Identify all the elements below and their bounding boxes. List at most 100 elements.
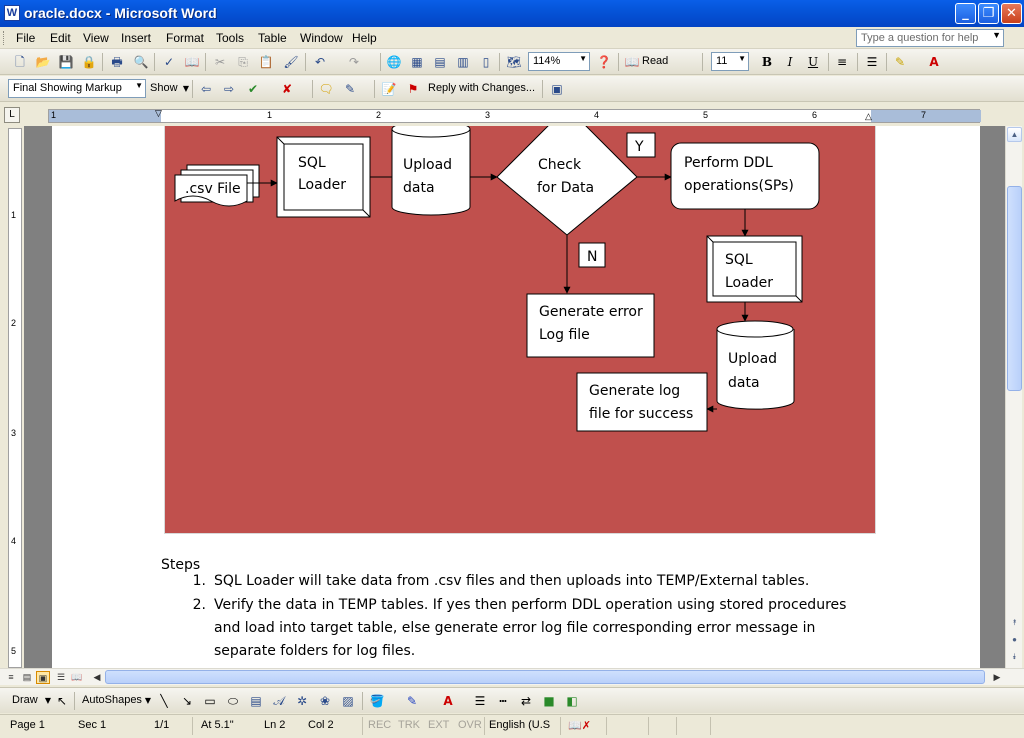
document-map-icon[interactable]: 🗺	[506, 54, 522, 70]
redo-icon[interactable]: ↷	[346, 54, 362, 70]
tables-borders-icon[interactable]: ▦	[409, 54, 425, 70]
chevron-down-icon[interactable]: ▼	[579, 54, 587, 63]
generate-success-log-box[interactable]: Generate log file for success	[576, 372, 708, 432]
underline-button[interactable]: U	[805, 54, 821, 70]
insert-table-icon[interactable]: ▤	[432, 54, 448, 70]
vertical-scrollbar[interactable]: ▲ ⯭ ● ⯯	[1005, 126, 1022, 668]
select-browse-object-icon[interactable]: ●	[1007, 633, 1022, 648]
line-style-icon[interactable]: ☰	[472, 693, 488, 709]
help-search-input[interactable]: Type a question for help ▼	[856, 29, 1004, 47]
vertical-scroll-thumb[interactable]	[1007, 186, 1022, 391]
columns-icon[interactable]: ▯	[478, 54, 494, 70]
text-box-icon[interactable]: ▤	[248, 693, 264, 709]
reply-with-changes-button[interactable]: Reply with Changes...	[428, 82, 535, 94]
track-changes-icon[interactable]: ✎	[342, 81, 358, 97]
insert-excel-icon[interactable]: ▥	[455, 54, 471, 70]
italic-button[interactable]: I	[782, 54, 798, 70]
chevron-down-icon[interactable]: ▼	[135, 81, 143, 90]
line-color-icon[interactable]: ✎	[404, 693, 420, 709]
wordart-icon[interactable]: 𝒜	[271, 693, 287, 709]
right-indent-marker[interactable]: △	[865, 111, 872, 122]
print-preview-icon[interactable]: 🔍	[133, 54, 149, 70]
upload-data-cylinder[interactable]: Upload data	[391, 126, 471, 216]
scroll-left-icon[interactable]: ◀	[90, 671, 104, 684]
reviewing-pane-toggle-icon[interactable]: ▣	[549, 81, 565, 97]
step-item-1[interactable]: 1. SQL Loader will take data from .csv f…	[186, 570, 886, 594]
autoshapes-dropdown-icon[interactable]: ▼	[140, 693, 156, 709]
vertical-ruler-strip[interactable]	[8, 128, 22, 668]
arrow-icon[interactable]: ↘	[179, 693, 195, 709]
sql-loader-box[interactable]: SQL Loader	[276, 136, 371, 218]
outline-view-icon[interactable]: ☰	[54, 671, 68, 684]
reviewing-pane-icon[interactable]: 📝	[381, 81, 397, 97]
show-menu[interactable]: Show	[150, 82, 178, 94]
next-change-icon[interactable]: ⇨	[221, 81, 237, 97]
read-button[interactable]: Read	[642, 55, 668, 67]
help-dropdown-icon[interactable]: ▼	[992, 30, 1001, 40]
oval-icon[interactable]: ⬭	[225, 693, 241, 709]
close-button[interactable]: ✕	[1001, 3, 1022, 24]
shadow-style-icon[interactable]: ■	[541, 693, 557, 709]
read-icon[interactable]: 📖	[624, 54, 640, 70]
first-line-indent-marker[interactable]: ▽	[155, 108, 162, 119]
font-size-select[interactable]: 11 ▼	[711, 52, 749, 71]
3d-style-icon[interactable]: ◧	[564, 693, 580, 709]
menu-view[interactable]: View	[83, 31, 109, 45]
previous-change-icon[interactable]: ⇦	[198, 81, 214, 97]
select-objects-icon[interactable]: ↖	[54, 693, 70, 709]
dash-style-icon[interactable]: ┅	[495, 693, 511, 709]
generate-error-log-box[interactable]: Generate error Log file	[526, 293, 655, 358]
numbering-icon[interactable]: ☰	[864, 54, 880, 70]
status-rec[interactable]: REC	[368, 719, 391, 731]
horizontal-scroll-thumb[interactable]	[105, 670, 985, 684]
web-layout-view-icon[interactable]: ▤	[20, 671, 34, 684]
perform-ddl-box[interactable]: Perform DDL operations(SPs)	[670, 142, 820, 210]
ruler-strip[interactable]: 1 1 2 3 4 5 6 7 ▽ △	[48, 108, 981, 123]
menu-table[interactable]: Table	[258, 31, 287, 45]
next-page-icon[interactable]: ⯯	[1007, 650, 1022, 665]
menu-help[interactable]: Help	[352, 31, 377, 45]
normal-view-icon[interactable]: ≡	[4, 671, 18, 684]
font-color-icon[interactable]: A	[440, 693, 456, 709]
spelling-icon[interactable]: ✓	[161, 54, 177, 70]
copy-icon[interactable]: ⎘	[235, 54, 251, 70]
minimize-button[interactable]: _	[955, 3, 976, 24]
flowchart-figure[interactable]: .csv File SQL Loader Upload data Check f…	[164, 126, 876, 534]
help-icon[interactable]: ❓	[596, 54, 612, 70]
previous-page-icon[interactable]: ⯭	[1007, 616, 1022, 631]
scroll-up-icon[interactable]: ▲	[1007, 127, 1022, 142]
toolbar-grip[interactable]	[3, 31, 6, 45]
step-item-2[interactable]: 2. Verify the data in TEMP tables. If ye…	[186, 594, 886, 664]
zoom-select[interactable]: 114% ▼	[528, 52, 590, 71]
reply-flag-icon[interactable]: ⚑	[405, 81, 421, 97]
menu-insert[interactable]: Insert	[121, 31, 151, 45]
status-ovr[interactable]: OVR	[458, 719, 482, 731]
new-document-icon[interactable]: 🗋	[12, 54, 28, 70]
upload-data-cylinder-2[interactable]: Upload data	[716, 320, 795, 410]
font-color-icon[interactable]: A	[926, 54, 942, 70]
diagram-icon[interactable]: ✲	[294, 693, 310, 709]
research-icon[interactable]: 📖	[184, 54, 200, 70]
check-decision-diamond[interactable]: Check for Data	[496, 126, 638, 236]
paste-icon[interactable]: 📋	[258, 54, 274, 70]
menu-file[interactable]: File	[16, 31, 35, 45]
display-for-review-select[interactable]: Final Showing Markup ▼	[8, 79, 146, 98]
spelling-status-icon[interactable]: 📖✗	[568, 719, 591, 732]
document-page[interactable]: .csv File SQL Loader Upload data Check f…	[52, 126, 980, 668]
save-icon[interactable]: 💾	[58, 54, 74, 70]
hyperlink-icon[interactable]: 🌐	[386, 54, 402, 70]
open-icon[interactable]: 📂	[35, 54, 51, 70]
rectangle-icon[interactable]: ▭	[202, 693, 218, 709]
menu-edit[interactable]: Edit	[50, 31, 71, 45]
reject-change-icon[interactable]: ✘	[279, 81, 295, 97]
csv-file-shape[interactable]: .csv File	[174, 164, 260, 207]
word-app-icon[interactable]: W	[4, 5, 20, 21]
menu-tools[interactable]: Tools	[216, 31, 244, 45]
reading-layout-view-icon[interactable]: 📖	[70, 671, 84, 684]
status-ext[interactable]: EXT	[428, 719, 449, 731]
arrow-style-icon[interactable]: ⇄	[518, 693, 534, 709]
cut-icon[interactable]: ✂	[212, 54, 228, 70]
draw-menu[interactable]: Draw	[12, 694, 38, 706]
undo-icon[interactable]: ↶	[312, 54, 328, 70]
scroll-right-icon[interactable]: ▶	[990, 671, 1004, 684]
